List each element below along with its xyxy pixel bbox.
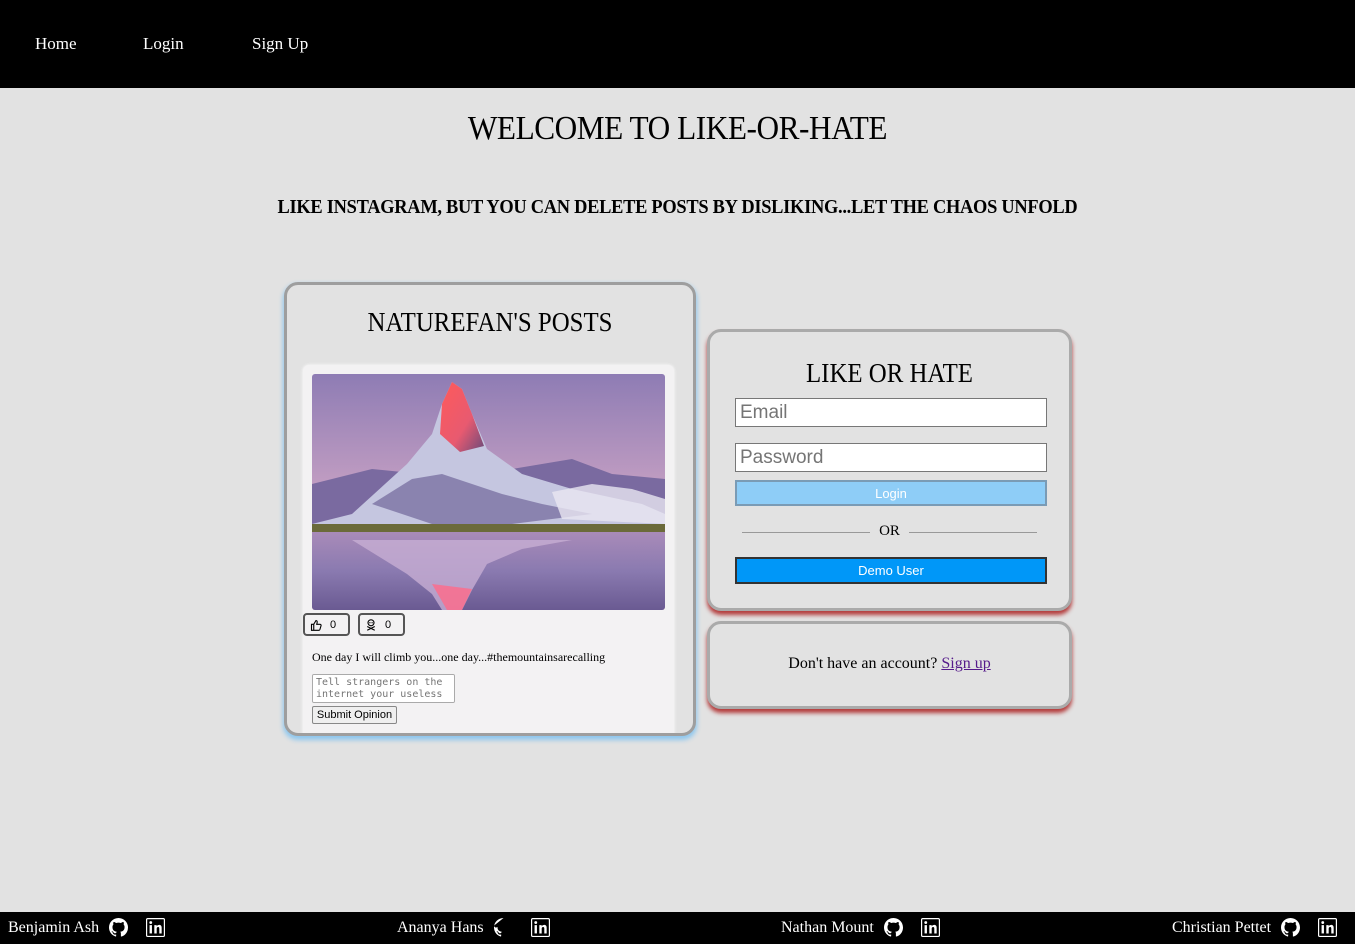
password-field[interactable] [735,443,1047,472]
submit-opinion-button[interactable]: Submit Opinion [312,706,397,724]
developer-credit: Christian Pettet [1172,918,1338,937]
skull-crossbones-icon [366,618,376,631]
linkedin-icon[interactable] [1318,918,1338,937]
hate-button[interactable]: 0 [358,613,405,636]
page-title: WELCOME TO LIKE-OR-HATE [467,110,888,147]
github-icon[interactable] [493,918,513,937]
navbar: Home Login Sign Up [0,0,1355,88]
github-icon[interactable] [883,918,903,937]
email-field[interactable] [735,398,1047,427]
login-card: LIKE OR HATE Login OR Demo User [707,329,1072,611]
signup-prompt: Don't have an account? [788,655,938,672]
linkedin-icon[interactable] [920,918,940,937]
posts-title: NATUREFAN'S POSTS [367,307,613,337]
developer-credit: Ananya Hans [397,918,550,937]
like-count: 0 [330,618,337,631]
github-icon[interactable] [1281,918,1301,937]
like-button[interactable]: 0 [303,613,350,636]
nav-login-link[interactable]: Login [143,34,184,54]
nav-home-link[interactable]: Home [35,34,77,54]
post-caption: One day I will climb you...one day...#th… [312,650,606,664]
github-icon[interactable] [109,918,129,937]
developer-name: Ananya Hans [397,918,484,936]
hate-count: 0 [385,618,392,631]
signup-card: Don't have an account? Sign up [707,621,1072,709]
posts-card: NATUREFAN'S POSTS 0 0 One day I will cli… [284,282,696,736]
developer-name: Nathan Mount [781,918,874,936]
signup-link[interactable]: Sign up [941,655,990,672]
developer-credit: Nathan Mount [781,918,940,937]
nav-signup-link[interactable]: Sign Up [252,34,308,54]
opinion-input[interactable] [312,674,455,703]
login-title: LIKE OR HATE [806,358,973,388]
post-card: 0 0 One day I will climb you...one day..… [303,365,674,733]
developer-credit: Benjamin Ash [8,918,166,937]
thumbs-up-icon [310,619,322,631]
linkedin-icon[interactable] [530,918,550,937]
demo-user-button[interactable]: Demo User [735,557,1047,584]
tagline: LIKE INSTAGRAM, BUT YOU CAN DELETE POSTS… [277,196,1078,218]
developer-name: Benjamin Ash [8,918,100,936]
linkedin-icon[interactable] [146,918,166,937]
footer: Benjamin Ash Ananya Hans Nathan Mount Ch… [0,912,1355,944]
divider-right [909,532,1037,533]
developer-name: Christian Pettet [1172,918,1272,936]
post-image [312,374,665,610]
login-button[interactable]: Login [735,480,1047,506]
